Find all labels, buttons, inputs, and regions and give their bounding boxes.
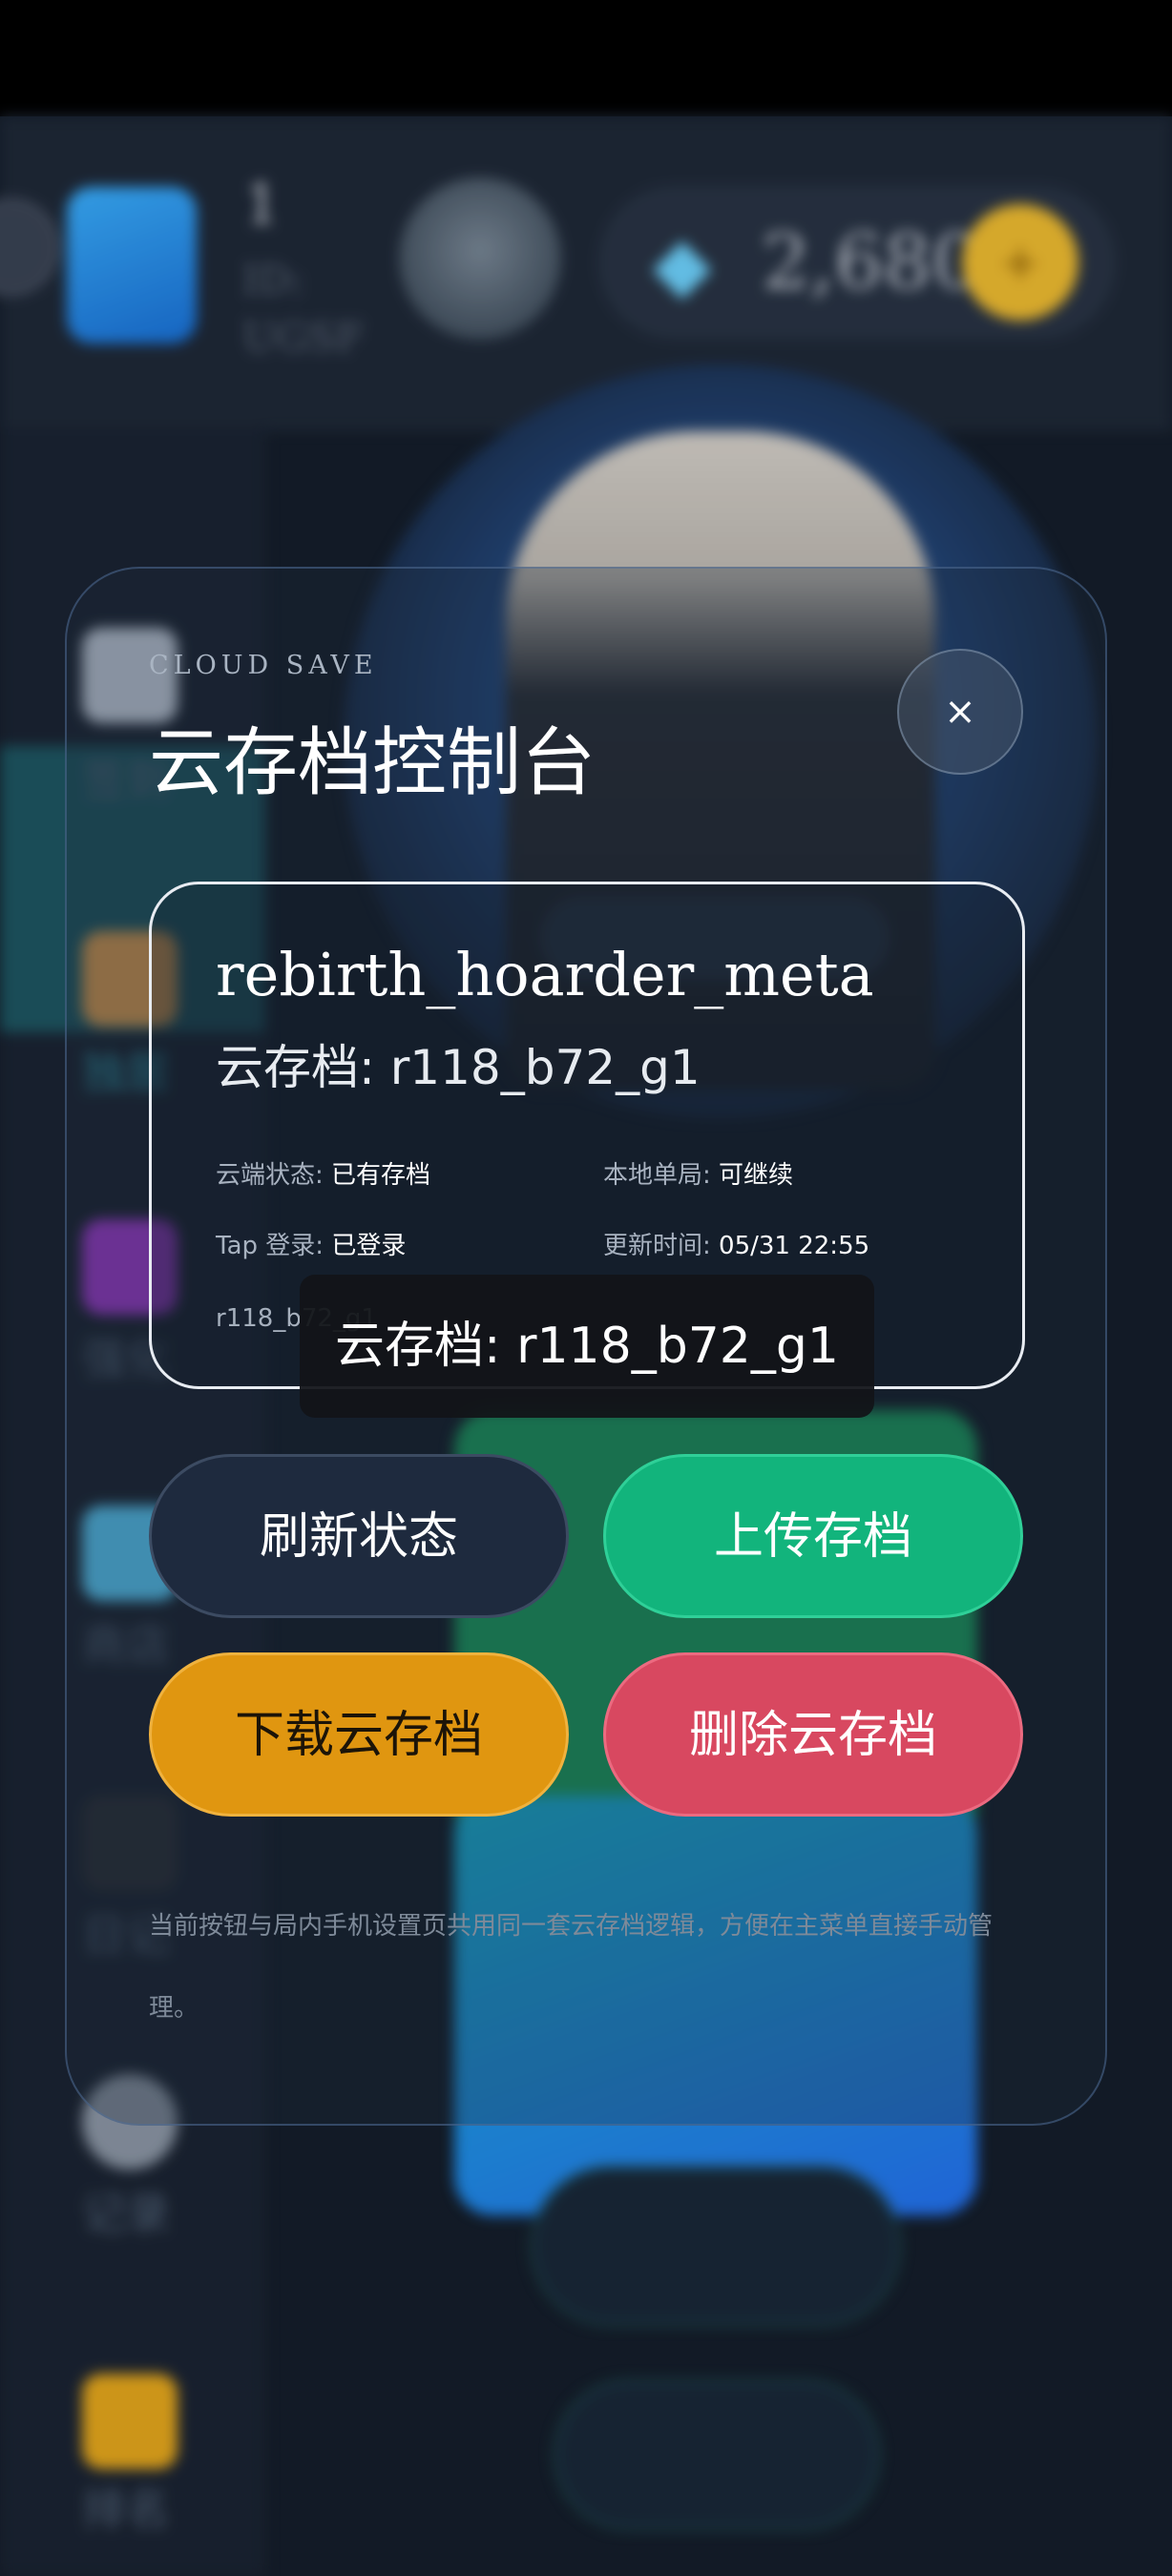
local-run-value: 可继续 [719, 1161, 794, 1190]
updated-time-value: 05/31 22:55 [719, 1232, 870, 1260]
cloud-status-row: 云端状态: 已有存档 [216, 1156, 430, 1195]
download-cloud-save-button[interactable]: 下载云存档 [149, 1652, 569, 1817]
toast-message: 云存档: r118_b72_g1 [300, 1275, 874, 1418]
upload-save-button[interactable]: 上传存档 [603, 1454, 1023, 1618]
tap-login-value: 已登录 [331, 1232, 407, 1260]
modal-note: 当前按钮与局内手机设置页共用同一套云存档逻辑，方便在主菜单直接手动管理。 [149, 1912, 994, 2023]
local-run-label: 本地单局: [603, 1161, 711, 1190]
cloud-status-value: 已有存档 [331, 1161, 431, 1190]
delete-cloud-save-button[interactable]: 删除云存档 [603, 1652, 1023, 1817]
tap-login-row: Tap 登录: 已登录 [216, 1227, 406, 1265]
status-bar [0, 0, 1172, 116]
updated-time-label: 更新时间: [603, 1232, 711, 1260]
modal-eyebrow: CLOUD SAVE [149, 651, 378, 680]
updated-time-row: 更新时间: 05/31 22:55 [603, 1227, 869, 1265]
refresh-status-button[interactable]: 刷新状态 [149, 1454, 569, 1618]
cloud-status-label: 云端状态: [216, 1161, 324, 1190]
local-run-row: 本地单局: 可继续 [603, 1156, 793, 1195]
tap-login-label: Tap 登录: [216, 1232, 324, 1260]
save-key: rebirth_hoarder_meta [216, 940, 874, 1009]
close-button[interactable]: × [897, 649, 1023, 775]
modal-title: 云存档控制台 [149, 720, 596, 806]
save-slot: 云存档: r118_b72_g1 [216, 1040, 701, 1095]
